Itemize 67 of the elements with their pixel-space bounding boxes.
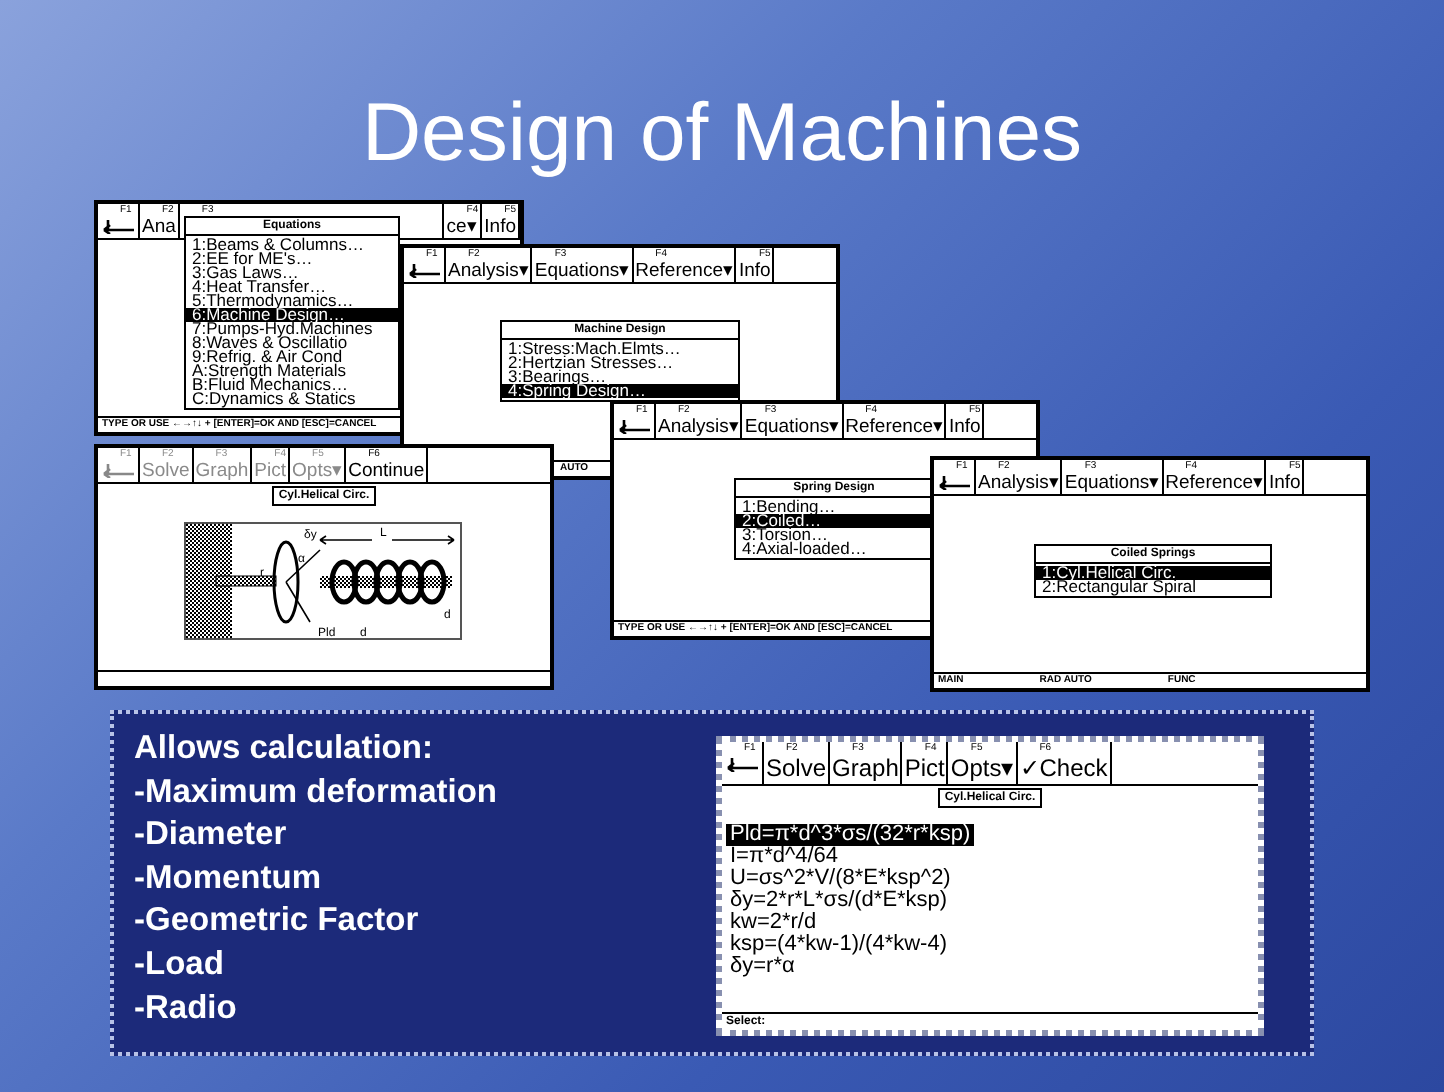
tab-label: Info: [1268, 472, 1301, 494]
menu-item[interactable]: 3:Torsion…: [736, 528, 932, 542]
feature-item: -Geometric Factor: [134, 900, 421, 943]
tab-label: Solve: [142, 460, 190, 482]
tab-label: Info: [484, 216, 516, 238]
tab-label: Ana: [142, 216, 176, 238]
back-arrow-icon: [724, 756, 760, 772]
tab-label: ce▾: [446, 216, 477, 238]
tab-label: Opts▾: [950, 754, 1014, 782]
menu-item[interactable]: 7:Pumps-Hyd.Machines: [186, 322, 398, 336]
feature-item: -Radio: [134, 987, 239, 1030]
menu-item[interactable]: 5:Thermodynamics…: [186, 294, 398, 308]
feature-item: -Diameter: [134, 814, 289, 857]
tab-label: Reference▾: [635, 260, 733, 282]
menu-item[interactable]: 3:Gas Laws…: [186, 266, 398, 280]
tab-label: Analysis▾: [658, 416, 739, 438]
equation-line[interactable]: δy=r*α: [726, 956, 799, 978]
menu-item[interactable]: 1:Beams & Columns…: [186, 238, 398, 252]
tab-label: Equations▾: [744, 416, 840, 438]
tab-label: Graph: [832, 754, 899, 782]
tab-label: Info: [948, 416, 981, 438]
feature-item: -Momentum: [134, 857, 323, 900]
back-arrow-icon: [100, 462, 136, 478]
tab-label: Continue: [348, 460, 425, 482]
menu-item[interactable]: 3:Bearings…: [502, 370, 738, 384]
equation-line[interactable]: ksp=(4*kw-1)/(4*kw-4): [726, 934, 951, 956]
menu-item[interactable]: 2:Hertzian Stresses…: [502, 356, 738, 370]
equation-line[interactable]: U=σs^2*V/(8*E*ksp^2): [726, 868, 955, 890]
feature-item: -Load: [134, 943, 226, 986]
menu-item[interactable]: 1:Cyl.Helical Circ.: [1036, 566, 1270, 580]
tab-label: ✓Check: [1019, 754, 1108, 782]
tab-label: Graph: [195, 460, 249, 482]
menu-item[interactable]: 6:Machine Design…: [186, 308, 398, 322]
panel-heading: Allows calculation:: [134, 728, 435, 770]
equation-line[interactable]: kw=2*r/d: [726, 912, 821, 934]
menu-item[interactable]: 8:Waves & Oscillatio: [186, 336, 398, 350]
back-arrow-icon: [406, 262, 442, 278]
feature-item: -Maximum deformation: [134, 771, 500, 814]
tab-label: Pict: [254, 460, 287, 482]
slide-title: Design of Machines: [361, 84, 1083, 182]
tab-label: Opts▾: [292, 460, 343, 482]
tab-label: Analysis▾: [448, 260, 529, 282]
tab-label: Equations▾: [534, 260, 630, 282]
menu-item[interactable]: C:Dynamics & Statics: [186, 392, 398, 406]
menu-item[interactable]: 9:Refrig. & Air Cond: [186, 350, 398, 364]
back-arrow-icon: [616, 418, 652, 434]
menu-item[interactable]: 1:Stress:Mach.Elmts…: [502, 342, 738, 356]
tab-label: Reference▾: [845, 416, 943, 438]
menu-item[interactable]: 4:Axial-loaded…: [736, 542, 932, 556]
tab-label: Pict: [904, 754, 945, 782]
tab-label: Analysis▾: [978, 472, 1059, 494]
menu-item[interactable]: 2:Rectangular Spiral: [1036, 580, 1270, 594]
menu-item[interactable]: 4:Spring Design…: [502, 384, 738, 398]
back-arrow-icon: [100, 218, 136, 234]
equation-line[interactable]: δy=2*r*L*σs/(d*E*ksp): [726, 890, 952, 912]
menu-item[interactable]: A:Strength Materials: [186, 364, 398, 378]
menu-item[interactable]: 2:EE for ME's…: [186, 252, 398, 266]
tab-label: Reference▾: [1165, 472, 1263, 494]
equation-line[interactable]: I=π*d^4/64: [726, 846, 843, 868]
tab-label: Solve: [766, 754, 827, 782]
menu-item[interactable]: B:Fluid Mechanics…: [186, 378, 398, 392]
menu-item[interactable]: 2:Coiled…: [736, 514, 932, 528]
menu-item[interactable]: 1:Bending…: [736, 500, 932, 514]
tab-label: Info: [738, 260, 771, 282]
back-arrow-icon: [936, 474, 972, 490]
tab-label: Equations▾: [1064, 472, 1160, 494]
menu-item[interactable]: 4:Heat Transfer…: [186, 280, 398, 294]
